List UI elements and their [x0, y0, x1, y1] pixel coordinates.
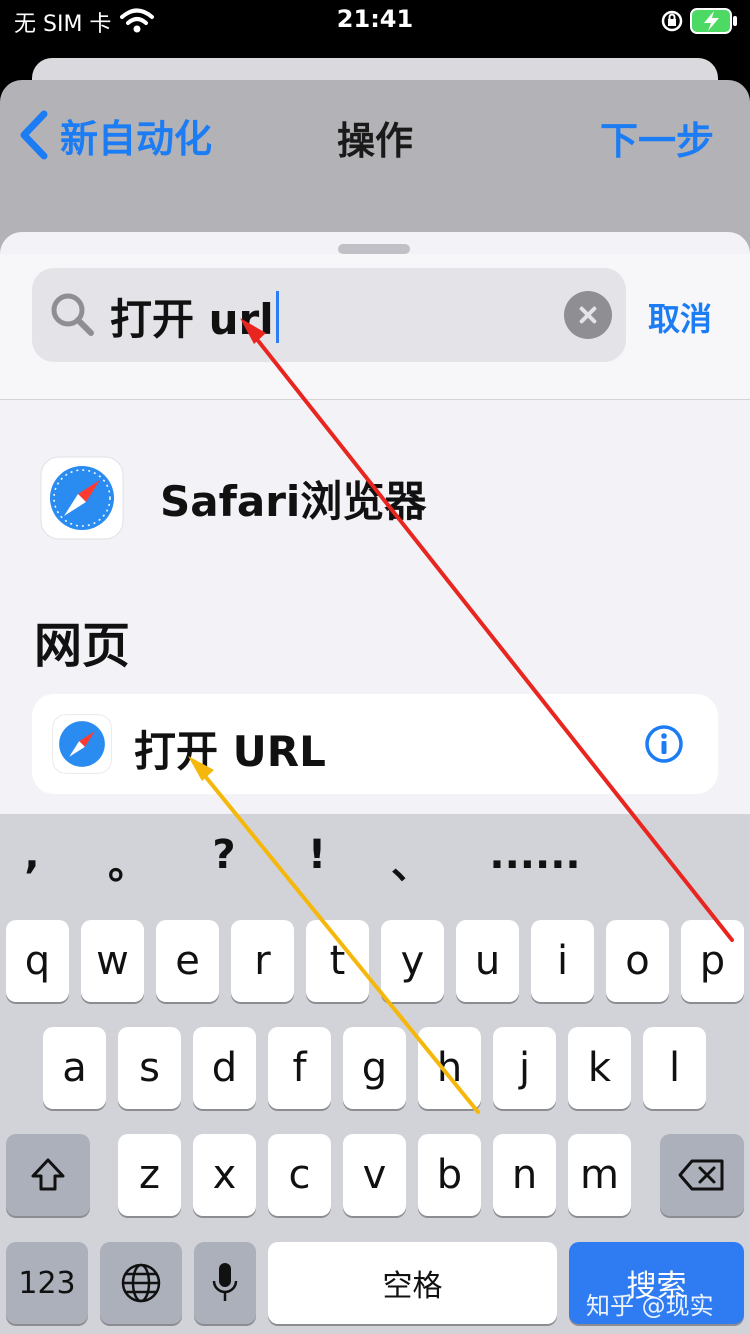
cancel-button[interactable]: 取消: [648, 294, 712, 340]
key-m[interactable]: m: [568, 1134, 631, 1216]
key-b[interactable]: b: [418, 1134, 481, 1216]
space-key[interactable]: 空格: [268, 1242, 557, 1324]
key-d[interactable]: d: [193, 1027, 256, 1109]
section-title: 网页: [34, 618, 131, 674]
sheet-grabber[interactable]: [338, 244, 410, 254]
key-l[interactable]: l: [643, 1027, 706, 1109]
key-f[interactable]: f: [268, 1027, 331, 1109]
suggestion-key[interactable]: ?: [194, 832, 254, 878]
key-q[interactable]: q: [6, 920, 69, 1002]
key-c[interactable]: c: [268, 1134, 331, 1216]
shift-key[interactable]: [6, 1134, 90, 1216]
key-v[interactable]: v: [343, 1134, 406, 1216]
numbers-key-label: 123: [18, 1265, 76, 1301]
key-u[interactable]: u: [456, 920, 519, 1002]
status-time: 21:41: [336, 5, 414, 33]
key-k[interactable]: k: [568, 1027, 631, 1109]
suggestion-key[interactable]: ......: [480, 832, 590, 878]
battery-charging-icon: [690, 8, 738, 38]
app-result-safari[interactable]: Safari浏览器: [40, 456, 426, 540]
safari-icon: [52, 714, 112, 778]
orientation-lock-icon: [660, 9, 684, 37]
key-y[interactable]: y: [381, 920, 444, 1002]
key-a[interactable]: a: [43, 1027, 106, 1109]
app-result-label: Safari浏览器: [160, 476, 427, 526]
text-caret: [275, 290, 279, 343]
key-o[interactable]: o: [606, 920, 669, 1002]
shift-icon: [31, 1158, 65, 1191]
suggestion-key[interactable]: 、: [381, 832, 441, 890]
action-open-url[interactable]: 打开 URL: [32, 694, 718, 794]
dictation-key[interactable]: [194, 1242, 256, 1324]
suggestion-key[interactable]: !: [287, 832, 347, 878]
search-input-value[interactable]: 打开 url: [110, 286, 279, 347]
globe-key[interactable]: [100, 1242, 182, 1324]
numbers-key[interactable]: 123: [6, 1242, 88, 1324]
key-s[interactable]: s: [118, 1027, 181, 1109]
status-bar: 无 SIM 卡 21:41: [0, 0, 750, 44]
next-button[interactable]: 下一步: [600, 110, 714, 165]
clear-icon[interactable]: [564, 291, 612, 339]
key-w[interactable]: w: [81, 920, 144, 1002]
watermark: 知乎 @现实: [586, 1292, 714, 1320]
key-r[interactable]: r: [231, 920, 294, 1002]
suggestion-key[interactable]: 。: [98, 832, 158, 890]
key-n[interactable]: n: [493, 1134, 556, 1216]
info-icon[interactable]: [644, 724, 684, 768]
key-h[interactable]: h: [418, 1027, 481, 1109]
microphone-icon: [212, 1263, 238, 1301]
key-z[interactable]: z: [118, 1134, 181, 1216]
key-g[interactable]: g: [343, 1027, 406, 1109]
delete-key[interactable]: [660, 1134, 744, 1216]
key-x[interactable]: x: [193, 1134, 256, 1216]
action-label: 打开 URL: [134, 727, 326, 776]
key-t[interactable]: t: [306, 920, 369, 1002]
key-i[interactable]: i: [531, 920, 594, 1002]
delete-icon: [678, 1159, 724, 1191]
suggestion-key[interactable]: ,: [2, 832, 62, 878]
globe-icon: [121, 1263, 161, 1303]
key-e[interactable]: e: [156, 920, 219, 1002]
safari-icon: [40, 456, 124, 540]
search-query: 打开 url: [110, 295, 274, 344]
key-j[interactable]: j: [493, 1027, 556, 1109]
space-key-label: 空格: [382, 1269, 443, 1304]
search-icon: [48, 290, 96, 342]
key-p[interactable]: p: [681, 920, 744, 1002]
